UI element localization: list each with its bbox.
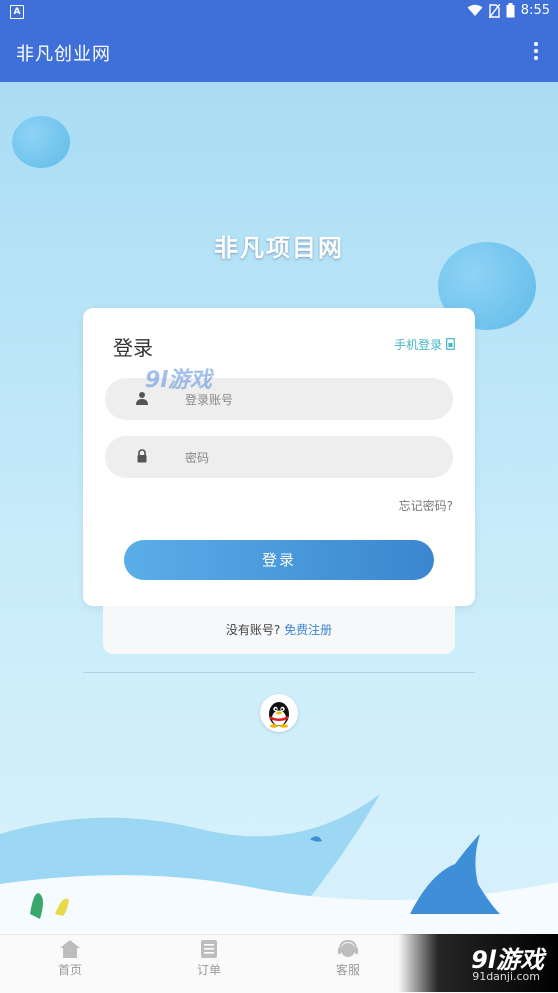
order-icon — [201, 940, 217, 958]
login-card: 登录 手机登录 忘记密码? 登录 — [83, 308, 475, 606]
divider — [83, 672, 475, 673]
phone-login-link[interactable]: 手机登录 — [394, 336, 455, 353]
home-icon — [60, 940, 80, 958]
qq-penguin-icon — [269, 702, 289, 728]
main-content: 非凡项目网 登录 手机登录 忘记密码? 登录 没有账号? 免费注册 — [0, 82, 558, 934]
watermark-brand: 9l游戏 — [145, 368, 212, 393]
decorative-waves — [0, 794, 558, 934]
page-headline: 非凡项目网 — [214, 234, 344, 262]
app-notification-icon: A — [10, 5, 24, 19]
nav-label-order: 订单 — [196, 963, 221, 977]
status-time: 8:55 — [520, 3, 550, 18]
overflow-menu-icon[interactable] — [532, 42, 540, 64]
login-title: 登录 — [113, 336, 153, 360]
phone-login-label: 手机登录 — [394, 338, 443, 352]
login-button[interactable]: 登录 — [124, 540, 434, 580]
account-input[interactable] — [183, 378, 437, 422]
forgot-password-link[interactable]: 忘记密码? — [399, 497, 453, 514]
nav-label-home: 首页 — [57, 963, 82, 977]
watermark-overlay: 9l游戏 91danji.com — [398, 934, 558, 992]
app-bar: 非凡创业网 — [0, 24, 558, 82]
app-title: 非凡创业网 — [16, 44, 111, 65]
decorative-bubble — [12, 116, 70, 168]
nav-item-customer-service[interactable]: 客服 — [308, 939, 388, 978]
lock-icon — [137, 449, 147, 463]
qq-login-button[interactable] — [260, 694, 298, 732]
status-bar: A 8:55 — [0, 0, 558, 24]
password-field[interactable] — [105, 436, 453, 480]
password-input[interactable] — [183, 436, 437, 480]
register-prompt: 没有账号? — [225, 623, 281, 637]
customer-service-icon — [338, 939, 358, 957]
watermark-site: 91danji.com — [472, 970, 540, 983]
nav-item-order[interactable]: 订单 — [169, 939, 249, 978]
register-link[interactable]: 免费注册 — [284, 623, 332, 637]
no-sim-icon — [488, 3, 500, 18]
register-box: 没有账号? 免费注册 — [103, 606, 455, 654]
phone-icon — [446, 338, 455, 350]
nav-label-customer-service: 客服 — [335, 963, 360, 977]
battery-icon — [506, 3, 515, 18]
nav-item-home[interactable]: 首页 — [30, 939, 110, 978]
wifi-icon — [467, 4, 483, 16]
